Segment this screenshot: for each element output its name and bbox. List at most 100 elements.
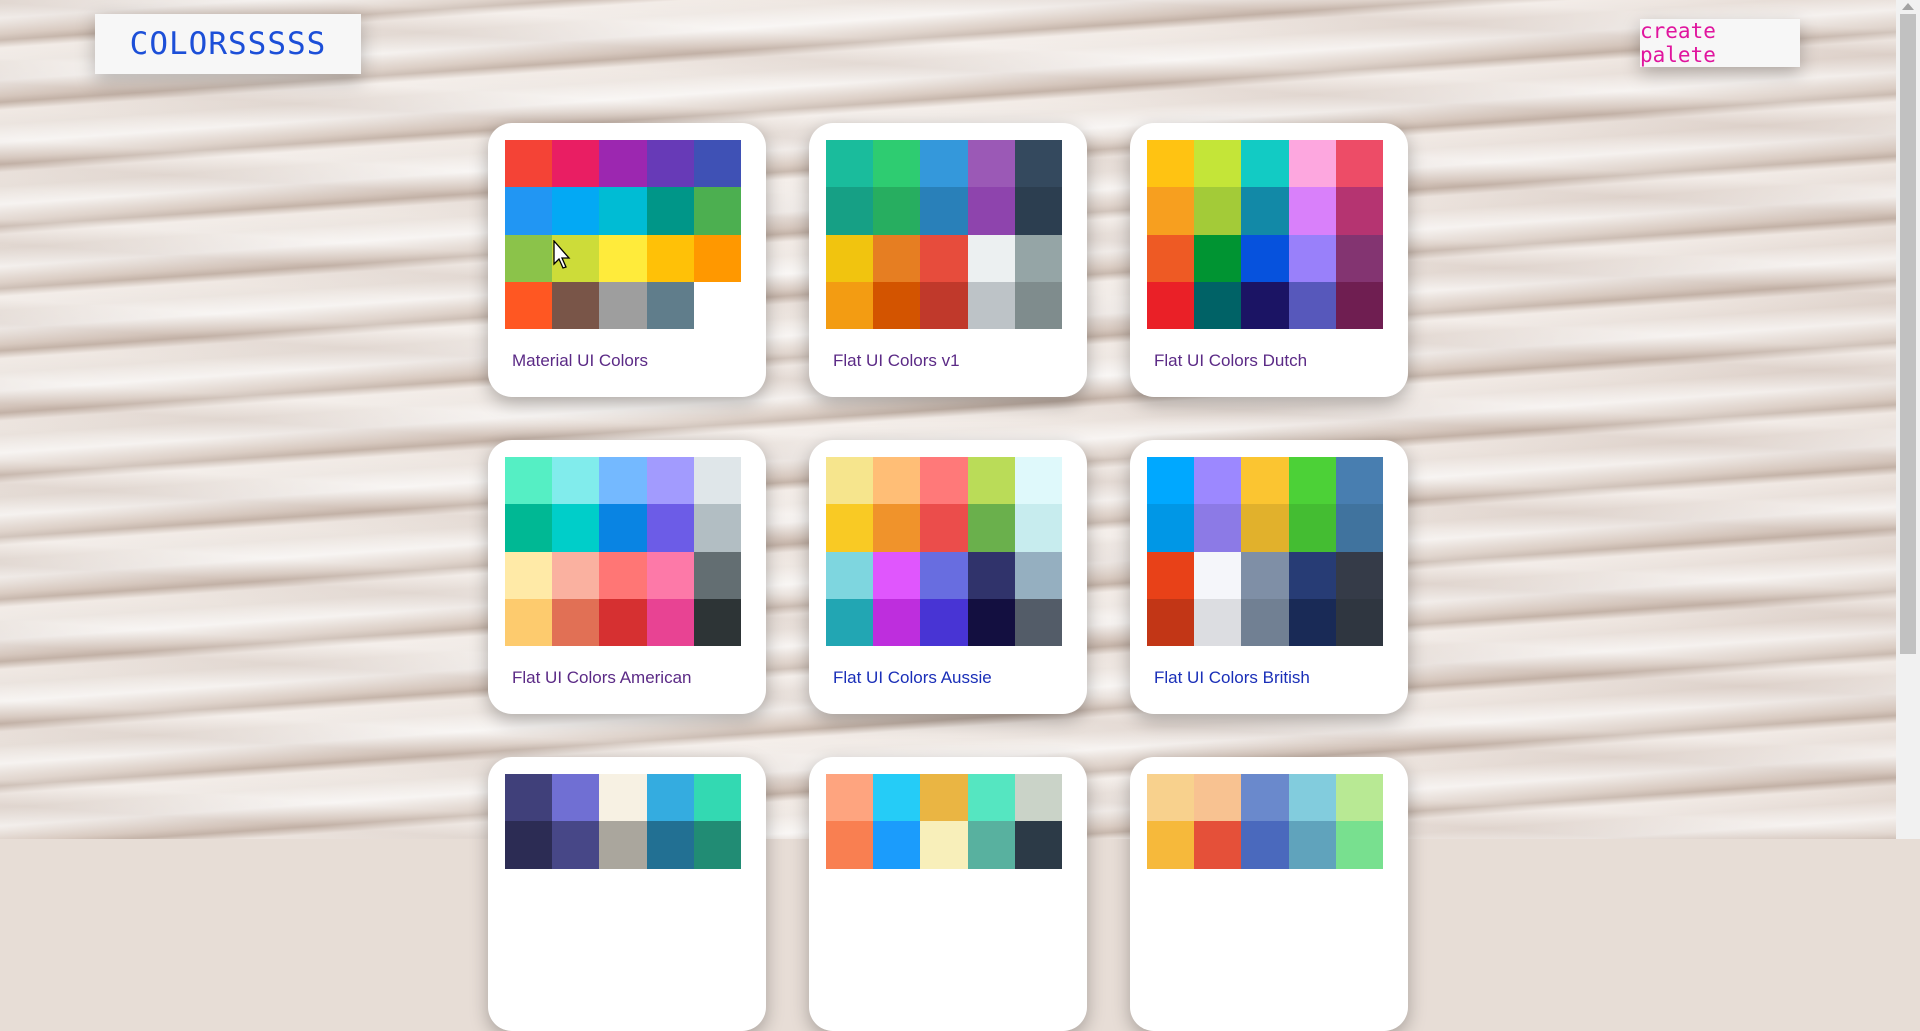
color-swatch <box>505 187 553 235</box>
color-swatch <box>1014 281 1062 329</box>
color-swatch <box>599 504 647 552</box>
color-swatch <box>967 504 1015 552</box>
color-swatch <box>873 551 921 599</box>
color-swatch <box>646 234 694 282</box>
color-swatch <box>1147 234 1195 282</box>
color-swatch <box>693 551 741 599</box>
color-swatch <box>646 140 694 188</box>
color-swatch <box>1288 187 1336 235</box>
color-swatch <box>826 504 874 552</box>
color-swatch <box>599 187 647 235</box>
color-swatch <box>1288 821 1336 869</box>
color-swatch <box>1335 140 1383 188</box>
color-swatch <box>1288 504 1336 552</box>
color-swatch <box>920 140 968 188</box>
color-swatch <box>1147 598 1195 646</box>
color-swatch <box>599 457 647 505</box>
palette-swatches <box>1147 140 1383 329</box>
color-swatch <box>1335 457 1383 505</box>
color-swatch <box>826 598 874 646</box>
color-swatch <box>1014 774 1062 822</box>
palette-title: Material UI Colors <box>512 351 649 370</box>
color-swatch <box>1194 234 1242 282</box>
color-swatch <box>920 598 968 646</box>
palette-card[interactable] <box>488 757 766 1031</box>
color-swatch <box>1335 774 1383 822</box>
color-swatch <box>1194 821 1242 869</box>
palette-card[interactable] <box>809 757 1087 1031</box>
color-swatch <box>1194 140 1242 188</box>
color-swatch <box>873 187 921 235</box>
color-swatch <box>1335 187 1383 235</box>
palette-swatches <box>826 140 1062 329</box>
color-swatch <box>599 821 647 869</box>
color-swatch <box>1335 551 1383 599</box>
create-palette-button[interactable]: create palete <box>1640 19 1800 67</box>
color-swatch <box>873 234 921 282</box>
color-swatch <box>1147 281 1195 329</box>
palette-card[interactable] <box>1130 757 1408 1031</box>
color-swatch <box>1241 598 1289 646</box>
palette-title: Flat UI Colors Aussie <box>833 668 992 687</box>
color-swatch <box>920 821 968 869</box>
palette-card[interactable]: Flat UI Colors American <box>488 440 766 714</box>
palette-card[interactable]: Flat UI Colors Aussie <box>809 440 1087 714</box>
color-swatch <box>552 457 600 505</box>
color-swatch <box>1014 234 1062 282</box>
color-swatch <box>505 774 553 822</box>
color-swatch <box>967 187 1015 235</box>
palette-swatches <box>505 457 741 646</box>
color-swatch <box>1147 140 1195 188</box>
color-swatch <box>967 140 1015 188</box>
palette-card[interactable]: Flat UI Colors British <box>1130 440 1408 714</box>
color-swatch <box>693 187 741 235</box>
color-swatch <box>505 281 553 329</box>
color-swatch <box>826 140 874 188</box>
color-swatch <box>552 598 600 646</box>
color-swatch <box>967 281 1015 329</box>
color-swatch <box>1288 281 1336 329</box>
color-swatch <box>1147 551 1195 599</box>
color-swatch <box>920 187 968 235</box>
palette-grid: Material UI Colors Flat UI Colors v1 Fla… <box>488 123 1408 1031</box>
color-swatch <box>826 551 874 599</box>
color-swatch <box>1288 598 1336 646</box>
color-swatch <box>1014 140 1062 188</box>
color-swatch <box>873 457 921 505</box>
color-swatch <box>967 598 1015 646</box>
color-swatch <box>1241 551 1289 599</box>
color-swatch <box>693 457 741 505</box>
palette-card[interactable]: Flat UI Colors Dutch <box>1130 123 1408 397</box>
color-swatch <box>920 234 968 282</box>
color-swatch <box>1335 598 1383 646</box>
color-swatch <box>1335 821 1383 869</box>
color-swatch <box>1288 774 1336 822</box>
page-scrollbar[interactable] <box>1896 0 1920 839</box>
color-swatch <box>1014 504 1062 552</box>
color-swatch <box>1147 774 1195 822</box>
color-swatch <box>1194 281 1242 329</box>
color-swatch <box>967 774 1015 822</box>
color-swatch <box>1335 281 1383 329</box>
color-swatch <box>826 457 874 505</box>
palette-card[interactable]: Flat UI Colors v1 <box>809 123 1087 397</box>
color-swatch <box>1014 821 1062 869</box>
palette-card[interactable]: Material UI Colors <box>488 123 766 397</box>
color-swatch <box>505 821 553 869</box>
palette-title: Flat UI Colors American <box>512 668 692 687</box>
logo[interactable]: COLORSSSSS <box>95 14 361 74</box>
color-swatch <box>693 598 741 646</box>
scroll-up-arrow-icon[interactable] <box>1902 3 1914 10</box>
color-swatch <box>1241 504 1289 552</box>
scroll-thumb[interactable] <box>1900 14 1916 654</box>
color-swatch <box>873 504 921 552</box>
color-swatch <box>693 821 741 869</box>
color-swatch <box>552 140 600 188</box>
color-swatch <box>873 821 921 869</box>
color-swatch <box>646 281 694 329</box>
color-swatch <box>873 774 921 822</box>
color-swatch <box>1147 187 1195 235</box>
color-swatch <box>505 551 553 599</box>
color-swatch <box>552 551 600 599</box>
color-swatch <box>1014 551 1062 599</box>
